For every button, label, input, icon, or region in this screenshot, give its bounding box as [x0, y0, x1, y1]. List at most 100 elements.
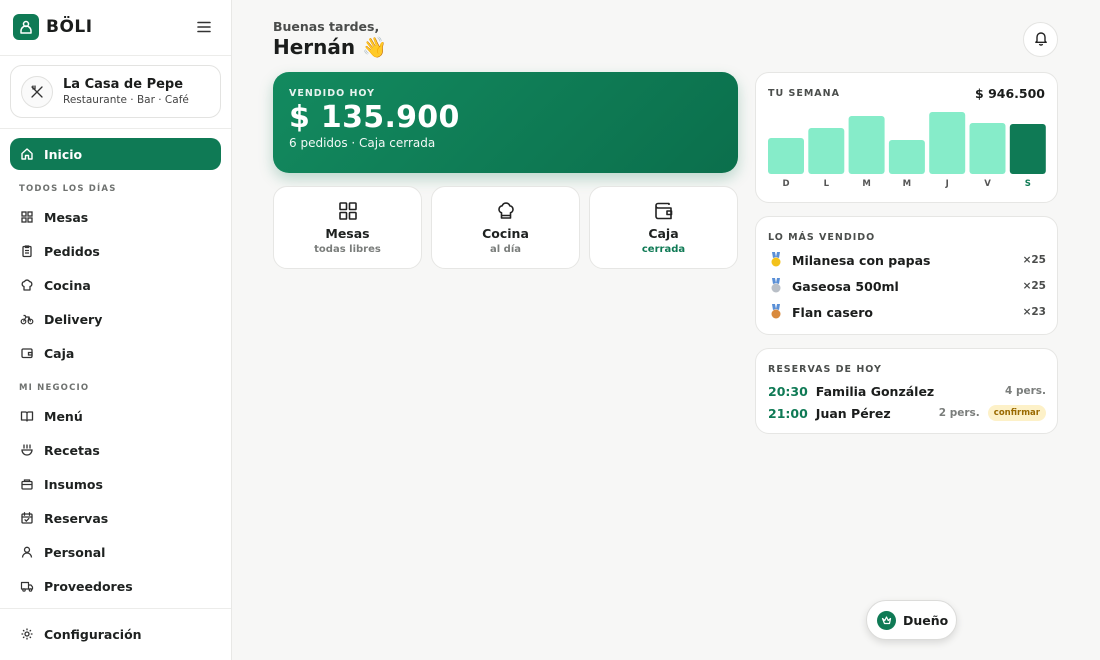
- chart-tick-label: D: [782, 179, 789, 189]
- role-label: Dueño: [903, 612, 949, 628]
- chart-tick-label: J: [945, 179, 949, 189]
- section-title-business: MI NEGOCIO: [19, 383, 90, 393]
- sales-today-card[interactable]: VENDIDO HOY $ 135.900 6 pedidos · Caja c…: [273, 72, 738, 173]
- sidebar-item-label: Menú: [44, 408, 83, 424]
- greeting: Buenas tardes,: [273, 19, 380, 34]
- brand-name: BÖLI: [46, 17, 93, 37]
- confirm-badge[interactable]: confirmar: [987, 405, 1046, 421]
- reservation-row[interactable]: 20:30 Familia González 4 pers.: [768, 382, 1046, 400]
- sidebar-item-delivery[interactable]: Delivery: [10, 303, 221, 335]
- item-quantity: ×25: [1022, 254, 1046, 266]
- panel-title: RESERVAS DE HOY: [768, 364, 882, 375]
- tile-caja[interactable]: Caja cerrada: [589, 186, 738, 269]
- section-title-daily: TODOS LOS DÍAS: [19, 184, 117, 194]
- sidebar-item-cocina[interactable]: Cocina: [10, 269, 221, 301]
- reservation-people: 2 pers.: [938, 407, 980, 419]
- home-icon: [20, 147, 34, 161]
- tile-label: Cocina: [482, 226, 529, 241]
- sidebar-item-inicio[interactable]: Inicio: [10, 138, 221, 170]
- sidebar-item-label: Cocina: [44, 277, 91, 293]
- chef-hat-icon: [20, 278, 34, 292]
- sidebar-item-label: Recetas: [44, 442, 100, 458]
- week-bar-chart: DLMMJVS: [768, 112, 1046, 189]
- item-name: Milanesa con papas: [792, 252, 931, 268]
- crown-icon: [877, 610, 896, 630]
- sidebar-item-label: Configuración: [44, 626, 142, 642]
- reservation-name: Familia González: [815, 383, 935, 399]
- chart-tick-label: M: [862, 179, 870, 189]
- tile-status: cerrada: [641, 244, 686, 255]
- grid-icon: [274, 200, 421, 222]
- sales-summary: 6 pedidos · Caja cerrada: [289, 136, 436, 150]
- sidebar-item-insumos[interactable]: Insumos: [10, 468, 221, 500]
- book-icon: [20, 409, 34, 423]
- sidebar-item-proveedores[interactable]: Proveedores: [10, 570, 221, 602]
- sidebar-item-label: Delivery: [44, 311, 103, 327]
- bronze-medal-icon: [768, 304, 784, 320]
- sidebar-item-configuracion[interactable]: Configuración: [10, 618, 221, 650]
- sidebar-item-label: Proveedores: [44, 578, 133, 594]
- silver-medal-icon: [768, 278, 784, 294]
- gold-medal-icon: [768, 252, 784, 268]
- wallet-icon: [590, 200, 737, 222]
- sidebar-item-personal[interactable]: Personal: [10, 536, 221, 568]
- sidebar-item-label: Mesas: [44, 209, 89, 225]
- sidebar-item-label: Personal: [44, 544, 106, 560]
- reservations-panel: RESERVAS DE HOY 20:30 Familia González 4…: [755, 348, 1058, 434]
- chart-bar[interactable]: [929, 112, 966, 174]
- chart-tick-label: V: [984, 179, 991, 189]
- week-panel: TU SEMANA $ 946.500 DLMMJVS: [755, 72, 1058, 203]
- divider: [0, 55, 231, 56]
- tile-status: todas libres: [314, 244, 381, 255]
- business-selector[interactable]: La Casa de Pepe Restaurante · Bar · Café: [10, 65, 221, 118]
- reservation-time: 21:00: [768, 405, 808, 421]
- tile-mesas[interactable]: Mesas todas libres: [273, 186, 422, 269]
- sidebar-item-label: Reservas: [44, 510, 109, 526]
- hamburger-menu-icon[interactable]: [195, 19, 213, 35]
- reservation-row[interactable]: 21:00 Juan Pérez 2 pers. confirmar: [768, 404, 1046, 422]
- chart-bar[interactable]: [888, 140, 925, 174]
- sidebar-item-mesas[interactable]: Mesas: [10, 201, 221, 233]
- gear-icon: [20, 627, 34, 641]
- business-type: Restaurante · Bar · Café: [63, 94, 189, 106]
- list-item[interactable]: Gaseosa 500ml ×25: [768, 276, 1046, 296]
- user-icon: [20, 545, 34, 559]
- panel-title: LO MÁS VENDIDO: [768, 232, 876, 243]
- item-quantity: ×23: [1022, 306, 1046, 318]
- chart-bar[interactable]: [808, 128, 845, 174]
- bell-icon: [1033, 30, 1049, 50]
- calendar-icon: [20, 511, 34, 525]
- sidebar-item-recetas[interactable]: Recetas: [10, 434, 221, 466]
- chart-bar[interactable]: [848, 116, 885, 174]
- role-switch-button[interactable]: Dueño: [866, 600, 957, 640]
- brand[interactable]: BÖLI: [13, 14, 93, 40]
- business-name: La Casa de Pepe: [63, 77, 184, 92]
- item-quantity: ×25: [1022, 280, 1046, 292]
- list-item[interactable]: Milanesa con papas ×25: [768, 250, 1046, 270]
- top-sold-panel: LO MÁS VENDIDO Milanesa con papas ×25 Ga…: [755, 216, 1058, 335]
- sidebar-item-reservas[interactable]: Reservas: [10, 502, 221, 534]
- sidebar-item-label: Inicio: [44, 146, 83, 162]
- chart-tick-label: L: [824, 179, 830, 189]
- chart-bar[interactable]: [1009, 124, 1046, 174]
- tile-label: Caja: [648, 226, 679, 241]
- chart-bar[interactable]: [768, 138, 804, 174]
- wallet-icon: [20, 346, 34, 360]
- chart-bar[interactable]: [969, 123, 1006, 174]
- truck-icon: [20, 579, 34, 593]
- sidebar-item-menu[interactable]: Menú: [10, 400, 221, 432]
- tile-cocina[interactable]: Cocina al día: [431, 186, 580, 269]
- notifications-button[interactable]: [1023, 22, 1058, 57]
- sidebar-item-pedidos[interactable]: Pedidos: [10, 235, 221, 267]
- item-name: Flan casero: [792, 304, 874, 320]
- sales-value: $ 135.900: [289, 100, 460, 135]
- utensils-icon: [21, 75, 53, 108]
- bike-icon: [20, 312, 34, 326]
- list-item[interactable]: Flan casero ×23: [768, 302, 1046, 322]
- tile-status: al día: [490, 244, 521, 255]
- clipboard-icon: [20, 244, 34, 258]
- sidebar: BÖLI La Casa de Pepe Restaurante · Bar ·…: [0, 0, 232, 660]
- sidebar-item-caja[interactable]: Caja: [10, 337, 221, 369]
- item-name: Gaseosa 500ml: [792, 278, 899, 294]
- divider: [0, 608, 231, 609]
